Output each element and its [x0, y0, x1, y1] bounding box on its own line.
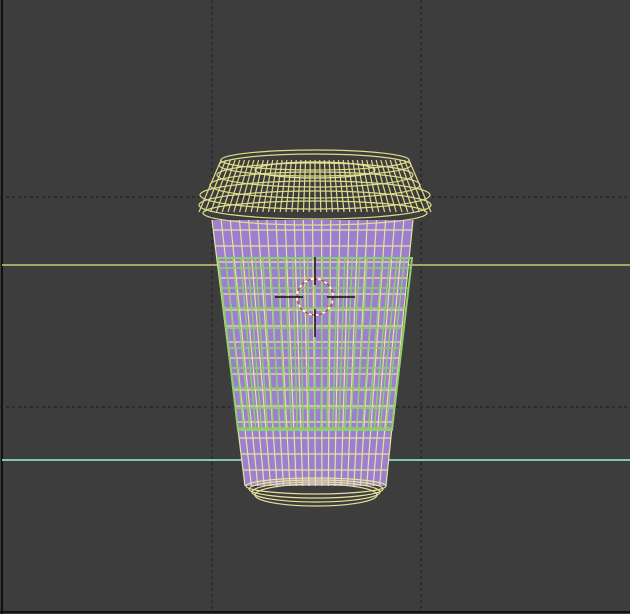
lid-wire	[323, 159, 328, 213]
lid-wire	[403, 159, 426, 213]
lid-wire	[319, 159, 322, 213]
lid-wire	[297, 159, 302, 213]
lid-wire	[302, 159, 307, 213]
lid-wire	[204, 159, 227, 213]
lid-wire	[333, 159, 339, 213]
cup-lid	[198, 149, 432, 226]
lid-wire	[308, 159, 311, 213]
lid-wire	[408, 159, 432, 213]
bottom-rim-ring	[254, 483, 378, 507]
lid-wire	[328, 159, 333, 213]
lid-wire	[291, 159, 297, 213]
viewport-scene[interactable]	[0, 0, 630, 614]
lid-wire	[198, 159, 222, 213]
3d-viewport[interactable]	[0, 0, 630, 614]
